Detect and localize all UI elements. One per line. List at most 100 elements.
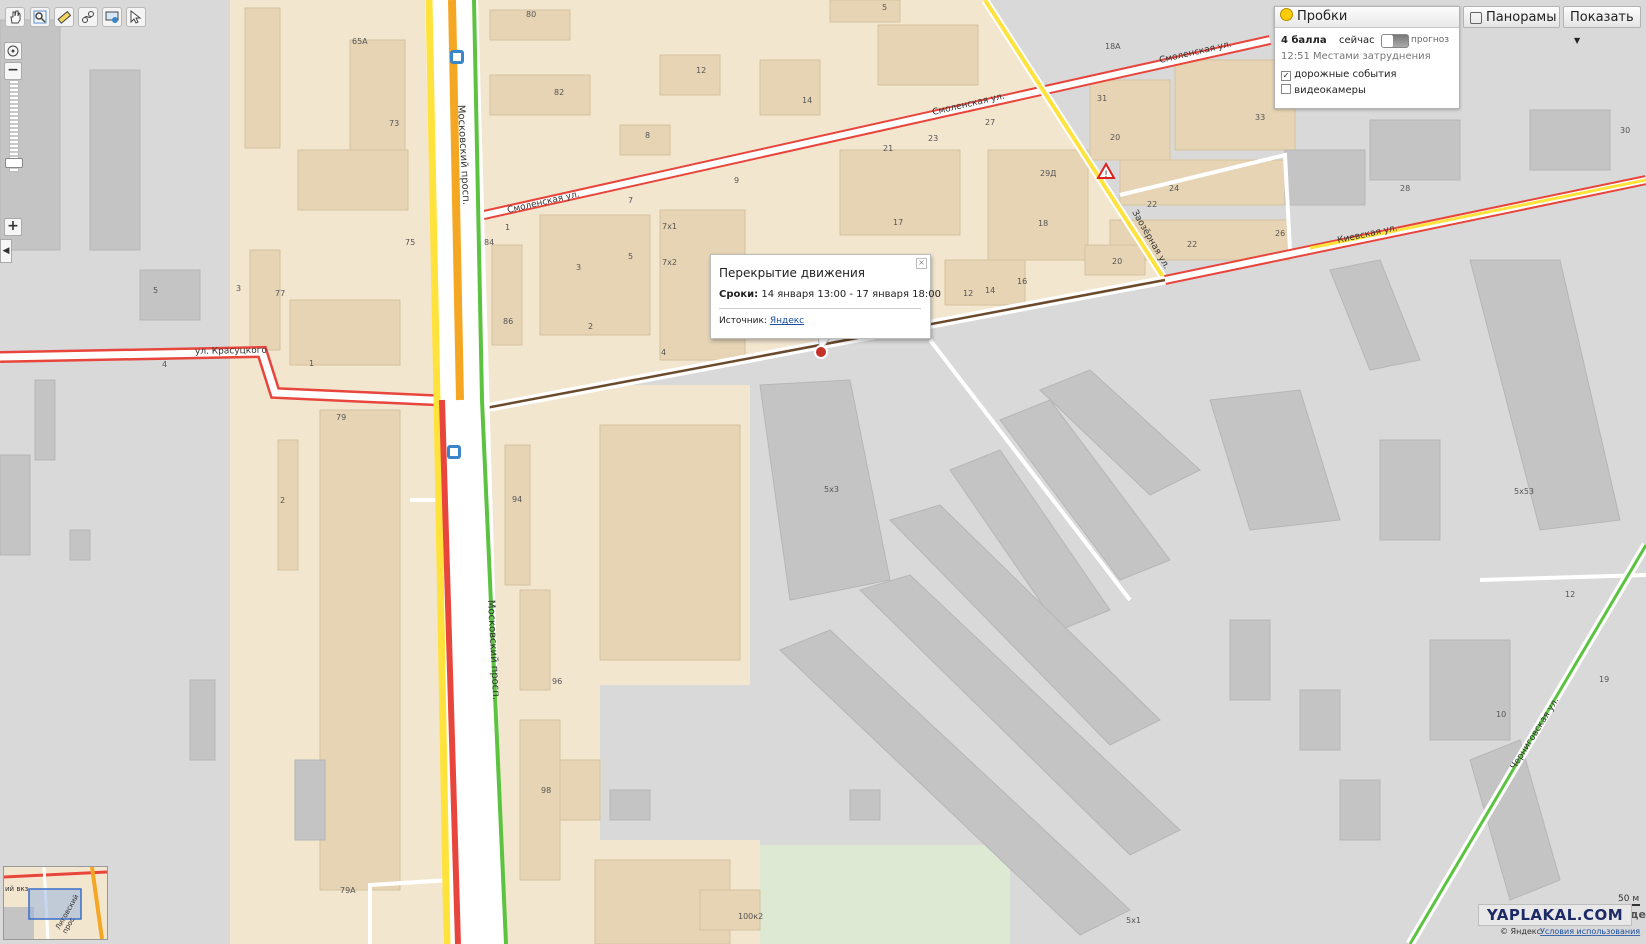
route-tool[interactable] xyxy=(78,7,98,27)
house-number: 31 xyxy=(1097,94,1107,103)
traffic-score: 4 балла xyxy=(1281,35,1327,46)
house-number: 65А xyxy=(352,37,368,46)
house-number: 5х1 xyxy=(1126,916,1141,925)
house-number: 100к2 xyxy=(738,912,763,921)
show-label: Показать xyxy=(1570,10,1634,25)
house-number: 4 xyxy=(661,348,666,357)
zoom-out-button[interactable]: − xyxy=(4,62,22,80)
cursor-icon xyxy=(130,10,142,24)
house-number: 26 xyxy=(1275,229,1285,238)
house-number: 86 xyxy=(503,317,513,326)
show-layers-button[interactable]: Показать ▼ xyxy=(1563,6,1641,45)
house-number: 79 xyxy=(336,413,346,422)
traffic-title: Пробки xyxy=(1297,9,1348,24)
house-number: 12 xyxy=(696,66,706,75)
house-number: 16 xyxy=(1017,277,1027,286)
house-number: 30 xyxy=(1620,126,1630,135)
event-popup: × Перекрытие движения Сроки: 14 января 1… xyxy=(710,254,941,339)
house-number: 20 xyxy=(1110,133,1120,142)
house-number: 12 xyxy=(1565,590,1575,599)
panoramas-button[interactable]: Панорамы xyxy=(1463,6,1560,28)
panoramas-label: Панорамы xyxy=(1486,10,1557,25)
copyright: © Яндекс xyxy=(1500,927,1541,936)
house-number: 84 xyxy=(484,238,494,247)
scale-label: 50 м xyxy=(1618,894,1639,904)
cameras-checkbox[interactable] xyxy=(1281,84,1291,94)
house-number: 7 xyxy=(628,196,633,205)
house-number: 4 xyxy=(162,360,167,369)
traffic-status: 12:51 Местами затруднения xyxy=(1281,51,1431,62)
traffic-mode-now[interactable]: сейчас xyxy=(1339,35,1375,46)
popup-close-icon[interactable]: × xyxy=(916,258,927,269)
screen-icon xyxy=(105,11,119,23)
chevron-down-icon: ▼ xyxy=(1574,36,1581,45)
magnifier-tool[interactable] xyxy=(30,7,50,27)
house-number: 7х1 xyxy=(662,222,677,231)
house-number: 1 xyxy=(309,359,314,368)
popup-source-link[interactable]: Яндекс xyxy=(770,316,804,326)
house-number: 5 xyxy=(882,3,887,12)
house-number: 82 xyxy=(554,88,564,97)
route-icon xyxy=(82,11,94,23)
overview-minimap[interactable]: ий вкз Лиговский прос xyxy=(3,866,108,940)
panorama-icon xyxy=(1470,12,1482,24)
traffic-mode-toggle[interactable] xyxy=(1381,34,1409,48)
popup-dates-value: 14 января 13:00 - 17 января 18:00 xyxy=(761,289,942,300)
traffic-panel: Пробки 4 балла сейчас прогноз 12:51 Мест… xyxy=(1274,6,1460,109)
house-number: 1 xyxy=(505,223,510,232)
map-canvas[interactable]: ! ндекс 50 м © Яндекс Условия использова… xyxy=(0,0,1646,944)
house-number: 19 xyxy=(1599,675,1609,684)
cameras-option[interactable]: видеокамеры xyxy=(1281,84,1366,96)
popup-dates: Сроки: 14 января 13:00 - 17 января 18:00 xyxy=(719,289,941,300)
metro-marker[interactable] xyxy=(447,445,461,459)
house-number: 18А xyxy=(1105,42,1121,51)
house-number: 3 xyxy=(576,263,581,272)
house-number: 14 xyxy=(802,96,812,105)
park-area xyxy=(760,845,1010,944)
road-events-label: дорожные события xyxy=(1294,69,1397,80)
house-number: 18 xyxy=(1038,219,1048,228)
watermark: YAPLAKAL.COM xyxy=(1478,904,1632,926)
zoom-in-button[interactable]: + xyxy=(4,218,22,236)
terms-link[interactable]: Условия использования xyxy=(1540,927,1640,936)
chevron-left-icon: ◀ xyxy=(2,246,10,256)
house-number: 10 xyxy=(1496,710,1506,719)
house-number: 9 xyxy=(734,176,739,185)
house-number: 77 xyxy=(275,289,285,298)
house-number: 5 xyxy=(153,286,158,295)
house-number: 21 xyxy=(883,144,893,153)
house-number: 29Д xyxy=(1040,169,1056,178)
road-events-checkbox[interactable]: ✓ xyxy=(1281,71,1291,81)
svg-text:!: ! xyxy=(1104,170,1108,180)
cursor-tool[interactable] xyxy=(126,7,146,27)
house-number: 22 xyxy=(1147,200,1157,209)
house-number: 80 xyxy=(526,10,536,19)
street-label-chernigovskaya: Черниговская ул. xyxy=(1509,696,1561,772)
hand-drag-tool[interactable] xyxy=(5,7,25,27)
magnifier-zoom-icon xyxy=(33,10,47,24)
traffic-header[interactable]: Пробки xyxy=(1275,7,1459,28)
zoom-slider-thumb[interactable] xyxy=(5,158,23,168)
road-events-option[interactable]: ✓ дорожные события xyxy=(1281,69,1396,81)
house-number: 22 xyxy=(1187,240,1197,249)
house-number: 7х2 xyxy=(662,258,677,267)
road-warning-icon[interactable]: ! xyxy=(1096,161,1116,180)
toggle-knob xyxy=(1382,35,1393,47)
locate-button[interactable] xyxy=(4,42,22,60)
house-number: 8 xyxy=(645,131,650,140)
house-number: 33 xyxy=(1255,113,1265,122)
house-number: 2 xyxy=(280,496,285,505)
popup-title: Перекрытие движения xyxy=(719,266,865,280)
metro-marker[interactable] xyxy=(450,50,464,64)
traffic-light-icon xyxy=(1280,8,1293,21)
panel-collapse-button[interactable]: ◀ xyxy=(0,239,12,263)
popup-source: Источник: Яндекс xyxy=(719,316,804,326)
traffic-mode-forecast[interactable]: прогноз xyxy=(1411,35,1449,45)
house-number: 12 xyxy=(963,289,973,298)
popup-source-label: Источник: xyxy=(719,316,767,326)
house-number: 98 xyxy=(541,786,551,795)
ruler-tool[interactable] xyxy=(54,7,74,27)
road-event-marker[interactable] xyxy=(814,345,828,359)
house-number: 94 xyxy=(512,495,522,504)
screen-tool[interactable] xyxy=(102,7,122,27)
